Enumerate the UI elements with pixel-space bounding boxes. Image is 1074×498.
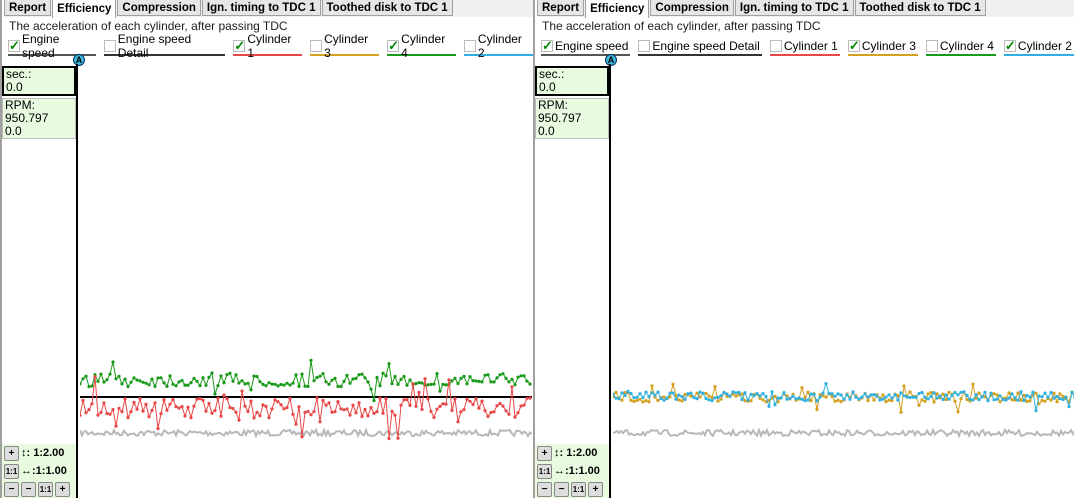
tab-efficiency[interactable]: Efficiency	[585, 0, 650, 18]
tab-ign-timing-to-tdc-1[interactable]: Ign. timing to TDC 1	[201, 0, 321, 16]
waveform-chart[interactable]	[80, 64, 532, 498]
legend-item-engine-speed[interactable]: ✓ Engine speed	[8, 32, 96, 60]
checkbox[interactable]: ✓	[847, 39, 860, 52]
legend-item-engine-speed[interactable]: ✓ Engine speed	[541, 39, 631, 56]
horizontal-scale: ↔:1:1.00	[21, 465, 67, 477]
zoom-out-button[interactable]: −	[537, 481, 552, 497]
legend: ✓ Engine speed Engine speed Detail Cylinder…	[541, 39, 1074, 56]
legend-label: Engine speed Detail	[652, 39, 760, 53]
checkbox[interactable]	[638, 40, 651, 52]
horizontal-scale: ↔:1:1.00	[554, 465, 600, 477]
tab-report[interactable]: Report	[4, 0, 52, 16]
checkbox[interactable]	[464, 40, 476, 52]
chart-panel-1: Report Efficiency Compression Ign. timing t…	[0, 0, 533, 498]
vertical-scale: ↕: 1:2.00	[554, 447, 598, 459]
legend-label: Cylinder 2	[1017, 39, 1072, 53]
checkbox[interactable]: ✓	[233, 39, 246, 52]
zoom-controls: + ↕: 1:2.00 1:1 ↔:1:1.00 − −1:1 +	[2, 444, 76, 498]
tab-toothed-disk-to-tdc-1[interactable]: Toothed disk to TDC 1	[321, 0, 453, 16]
tab-toothed-disk-to-tdc-1[interactable]: Toothed disk to TDC 1	[854, 0, 986, 16]
legend-item-cylinder-1[interactable]: ✓ Cylinder 1	[233, 32, 303, 60]
zoom-out-horizontal-button[interactable]: −	[21, 481, 36, 497]
zoom-out-button[interactable]: −	[4, 481, 19, 497]
cylinder-2-trace	[613, 381, 1074, 413]
chart-description: The acceleration of each cylinder, after…	[542, 19, 821, 33]
zoom-in-vertical-button[interactable]: +	[4, 445, 19, 461]
checkbox[interactable]	[103, 40, 116, 52]
legend-label: Cylinder 2	[477, 32, 522, 60]
cylinder-4-trace	[80, 358, 532, 403]
legend-item-cylinder-3[interactable]: Cylinder 3	[310, 32, 380, 60]
engine-speed-trace	[80, 427, 532, 439]
tab-compression[interactable]: Compression	[650, 0, 734, 16]
zoom-out-horizontal-button[interactable]: −	[554, 481, 569, 497]
chart-description: The acceleration of each cylinder, after…	[9, 19, 288, 33]
zoom-controls: + ↕: 1:2.00 1:1 ↔:1:1.00 − −1:1 +	[535, 444, 609, 498]
rpm-sub-value: 0.0	[5, 124, 22, 138]
sec-value: 0.0	[539, 80, 556, 94]
reset-zoom-button[interactable]: 1:1	[571, 481, 586, 497]
zoom-in-button[interactable]: +	[588, 481, 603, 497]
tab-compression[interactable]: Compression	[117, 0, 201, 16]
zoom-in-button[interactable]: +	[55, 481, 70, 497]
vertical-scale: ↕: 1:2.00	[21, 447, 65, 459]
legend-label: Cylinder 1	[247, 32, 292, 60]
sec-value: 0.0	[6, 80, 23, 94]
rpm-readout: RPM: 950.797 0.0	[535, 98, 609, 139]
checkbox[interactable]	[769, 40, 782, 52]
engine-speed-trace	[613, 427, 1074, 439]
reset-scale-button[interactable]: 1:1	[537, 463, 552, 479]
readout-sidebar: sec.: 0.0 RPM: 950.797 0.0 + ↕: 1:2.00 1:1 ↔:…	[535, 64, 611, 498]
reset-zoom-button[interactable]: 1:1	[38, 481, 53, 497]
legend-item-engine-speed-detail[interactable]: Engine speed Detail	[103, 32, 226, 60]
rpm-sub-value: 0.0	[538, 124, 555, 138]
legend-item-cylinder-4[interactable]: ✓ Cylinder 4	[387, 32, 457, 60]
legend-label: Cylinder 4	[939, 39, 994, 53]
checkbox[interactable]: ✓	[1003, 39, 1016, 52]
legend-item-cylinder-2[interactable]: Cylinder 2	[464, 32, 533, 60]
checkbox[interactable]: ✓	[8, 39, 20, 52]
waveform-chart[interactable]	[613, 64, 1074, 498]
legend-label: Cylinder 4	[401, 32, 446, 60]
legend-label: Engine speed	[555, 39, 629, 53]
chart-panel-2: Report Efficiency Compression Ign. timing t…	[533, 0, 1074, 498]
legend-item-cylinder-3[interactable]: ✓ Cylinder 3	[847, 39, 918, 56]
time-readout: sec.: 0.0	[2, 66, 76, 96]
checkbox[interactable]: ✓	[387, 39, 400, 52]
tab-bar: Report Efficiency Compression Ign. timing t…	[4, 0, 533, 18]
legend-label: Cylinder 1	[783, 39, 838, 53]
legend-label: Engine speed Detail	[117, 32, 192, 60]
legend: ✓ Engine speed Engine speed Detail ✓ Cylinde…	[8, 32, 533, 60]
checkbox[interactable]	[925, 40, 938, 52]
rpm-readout: RPM: 950.797 0.0	[2, 98, 76, 139]
reset-scale-button[interactable]: 1:1	[4, 463, 19, 479]
tab-ign-timing-to-tdc-1[interactable]: Ign. timing to TDC 1	[734, 0, 854, 16]
time-readout: sec.: 0.0	[535, 66, 609, 96]
checkbox[interactable]: ✓	[541, 39, 553, 52]
checkbox[interactable]	[310, 40, 323, 52]
zoom-in-vertical-button[interactable]: +	[537, 445, 552, 461]
legend-item-cylinder-4[interactable]: Cylinder 4	[925, 39, 996, 56]
legend-item-cylinder-2[interactable]: ✓ Cylinder 2	[1003, 39, 1074, 56]
tab-efficiency[interactable]: Efficiency	[52, 0, 117, 18]
legend-item-cylinder-1[interactable]: Cylinder 1	[769, 39, 840, 56]
tab-report[interactable]: Report	[537, 0, 585, 16]
legend-label: Cylinder 3	[324, 32, 369, 60]
tab-bar: Report Efficiency Compression Ign. timing t…	[537, 0, 1074, 18]
legend-label: Cylinder 3	[861, 39, 916, 53]
readout-sidebar: sec.: 0.0 RPM: 950.797 0.0 + ↕: 1:2.00 1:1 ↔:…	[2, 64, 78, 498]
legend-item-engine-speed-detail[interactable]: Engine speed Detail	[638, 39, 762, 56]
